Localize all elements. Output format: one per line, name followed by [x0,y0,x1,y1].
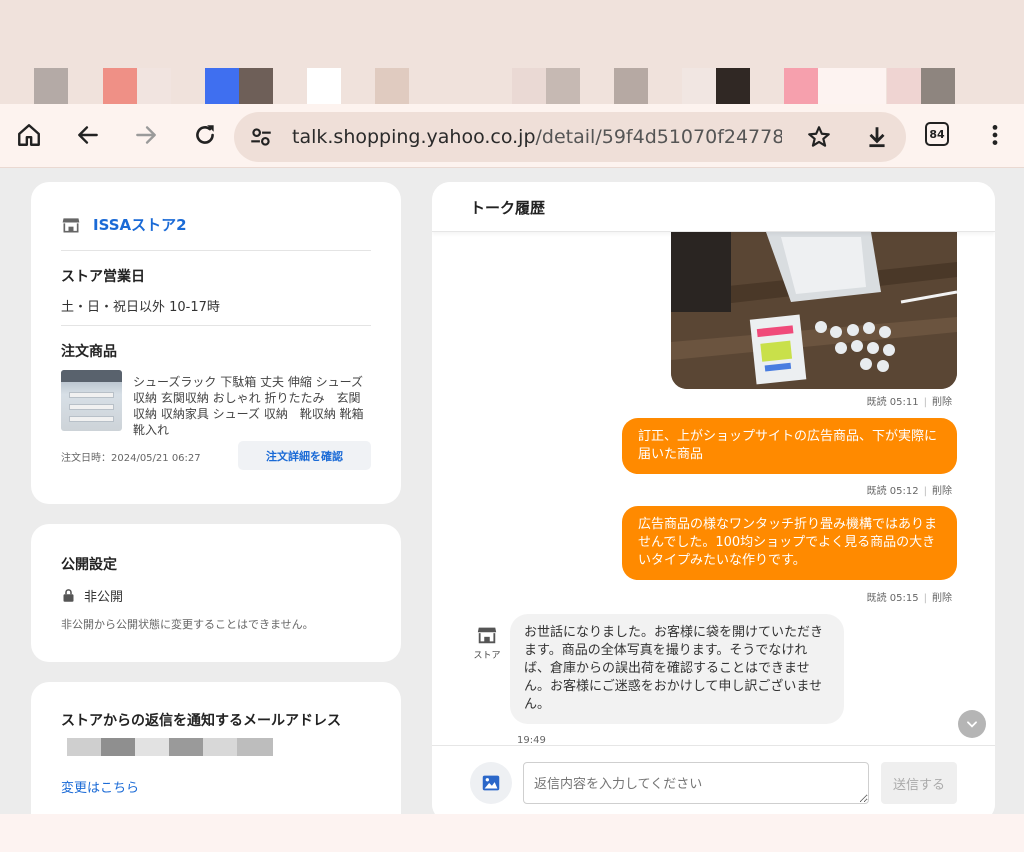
product-thumbnail[interactable] [61,370,122,431]
visibility-note: 非公開から公開状態に変更することはできません。 [61,618,314,631]
sent-message-bubble: 広告商品の様なワンタッチ折り畳み機構ではありませんでした。100均ショップでよく… [622,506,957,580]
tab-thumbnail [512,68,546,104]
tab-thumbnail [887,68,921,104]
business-days-title: ストア営業日 [61,269,145,285]
divider [61,325,371,326]
url-path: /detail/59f4d51070f24778f21 [535,126,782,148]
divider [61,250,371,251]
order-detail-button[interactable]: 注文詳細を確認 [238,441,371,470]
tab-thumbnail [307,68,341,104]
read-status: 既読 05:15 [866,593,919,604]
tab-thumbnail [205,68,239,104]
chat-header: トーク履歴 [432,182,995,232]
business-days-text: 土・日・祝日以外 10-17時 [61,300,220,315]
bookmark-star-icon[interactable] [806,124,832,150]
tab-thumbnail [784,68,818,104]
tab-thumbnail [137,68,171,104]
browser-toolbar: talk.shopping.yahoo.co.jp/detail/59f4d51… [0,104,1024,168]
store-info-card: ISSAストア2 ストア営業日 土・日・祝日以外 10-17時 注文商品 シュー… [31,182,401,504]
product-name[interactable]: シューズラック 下駄箱 丈夫 伸縮 シューズ収納 玄関収納 おしゃれ 折りたたみ… [133,374,367,438]
scroll-to-bottom-button[interactable] [958,710,986,738]
forward-arrow-icon[interactable] [129,118,163,152]
reload-icon[interactable] [188,118,222,152]
back-arrow-icon[interactable] [71,118,105,152]
tab-thumbnail [546,68,580,104]
send-button[interactable]: 送信する [881,762,957,804]
store-icon [62,217,80,232]
store-avatar: ストア [470,624,504,661]
visibility-title: 公開設定 [61,557,117,573]
image-icon [482,775,500,791]
browser-tab-strip [0,0,1024,104]
tab-thumbnail [818,68,886,104]
delete-link[interactable]: 削除 [932,593,952,604]
url-host: talk.shopping.yahoo.co.jp [292,126,536,148]
change-email-link[interactable]: 変更はこちら [61,777,139,796]
home-icon[interactable] [12,118,46,152]
chat-panel: トーク履歴 既読 05:11 | 削除 訂正、上がショップサイトの広告商品、下が実際… [432,182,995,822]
tab-thumbnail [103,68,137,104]
message-meta: 既読 05:11 | 削除 [866,397,952,408]
delete-link[interactable]: 削除 [932,397,952,408]
notification-email-card: ストアからの返信を通知するメールアドレス 変更はこちら [31,682,401,832]
reply-composer: 送信する [432,745,995,822]
url-text[interactable]: talk.shopping.yahoo.co.jp/detail/59f4d51… [292,125,782,149]
sent-message-bubble: 訂正、上がショップサイトの広告商品、下が実際に届いた商品 [622,418,957,474]
chevron-down-icon [967,721,977,728]
visibility-card: 公開設定 非公開 非公開から公開状態に変更することはできません。 [31,524,401,662]
delete-link[interactable]: 削除 [932,486,952,497]
order-date: 注文日時：2024/05/21 06:27 [61,453,201,464]
store-avatar-label: ストア [473,651,501,661]
received-message-bubble: お世話になりました。お客様に袋を開けていただきます。商品の全体写真を撮ります。そ… [510,614,844,724]
download-icon[interactable] [864,124,890,150]
chat-title: トーク履歴 [470,199,546,217]
tab-switcher-button[interactable]: 84 [925,122,949,146]
store-header: ISSAストア2 [61,214,187,235]
site-settings-icon[interactable] [248,124,274,150]
lock-icon [63,589,74,602]
tab-thumbnail [921,68,955,104]
visibility-status: 非公開 [61,586,123,605]
order-product-title: 注文商品 [61,344,117,360]
store-icon [477,627,497,644]
sent-photo[interactable] [671,232,957,389]
reply-input[interactable] [523,762,869,804]
tab-thumbnail [614,68,648,104]
tab-thumbnail [239,68,273,104]
tab-thumbnail [716,68,750,104]
tab-thumbnail [682,68,716,104]
email-address-redacted [67,734,273,758]
tab-thumbnail [34,68,68,104]
message-meta: 既読 05:12 | 削除 [866,486,952,497]
browser-bottom-bar [0,814,1024,852]
store-name-link[interactable]: ISSAストア2 [93,214,187,235]
message-meta: 既読 05:15 | 削除 [866,593,952,604]
address-bar[interactable]: talk.shopping.yahoo.co.jp/detail/59f4d51… [234,112,906,162]
notification-email-title: ストアからの返信を通知するメールアドレス [61,713,341,729]
visibility-status-text: 非公開 [84,590,124,605]
attach-image-button[interactable] [470,762,512,804]
tab-thumbnail [375,68,409,104]
read-status: 既読 05:12 [866,486,919,497]
read-status: 既読 05:11 [866,397,919,408]
more-menu-icon[interactable] [978,118,1012,152]
